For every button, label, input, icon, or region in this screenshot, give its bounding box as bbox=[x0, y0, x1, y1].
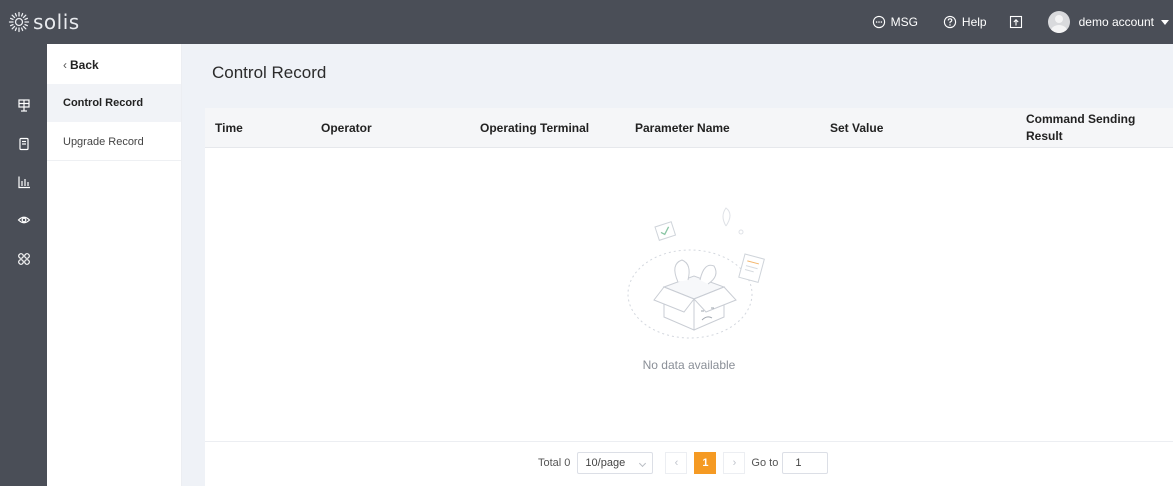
column-header-time[interactable]: Time bbox=[215, 108, 315, 148]
account-name: demo account bbox=[1078, 15, 1154, 29]
column-header-operating-terminal[interactable]: Operating Terminal bbox=[480, 108, 630, 148]
page-number-current[interactable]: 1 bbox=[694, 452, 717, 474]
column-header-operator[interactable]: Operator bbox=[321, 108, 471, 148]
page-title: Control Record bbox=[212, 63, 327, 82]
records-table-card: Time Operator Operating Terminal Paramet… bbox=[205, 108, 1173, 486]
avatar bbox=[1047, 11, 1070, 33]
secondary-sidebar: ‹ Back Control Record Upgrade Record bbox=[47, 44, 182, 486]
table-header: Time Operator Operating Terminal Paramet… bbox=[205, 108, 1173, 148]
message-icon bbox=[872, 15, 885, 29]
msg-label: MSG bbox=[890, 15, 918, 29]
column-header-set-value[interactable]: Set Value bbox=[830, 108, 1010, 148]
caret-down-icon bbox=[1161, 19, 1169, 25]
empty-box-illustration-icon bbox=[627, 207, 765, 339]
device-icon[interactable] bbox=[16, 136, 32, 152]
icon-rail bbox=[0, 44, 47, 486]
back-link[interactable]: ‹ Back bbox=[63, 58, 99, 72]
upload-icon bbox=[1009, 15, 1022, 29]
sidebar-item-control-record[interactable]: Control Record bbox=[47, 84, 181, 122]
station-icon[interactable] bbox=[16, 97, 32, 113]
apps-icon[interactable] bbox=[16, 251, 32, 267]
column-header-parameter-name[interactable]: Parameter Name bbox=[635, 108, 815, 148]
help-icon bbox=[943, 15, 957, 29]
sun-logo-icon bbox=[8, 11, 30, 33]
empty-state-text: No data available bbox=[642, 358, 736, 372]
column-header-command-sending-result[interactable]: Command Sending Result bbox=[1026, 108, 1166, 148]
total-count: Total 0 bbox=[538, 457, 571, 469]
sidebar-item-label: Upgrade Record bbox=[63, 136, 144, 148]
empty-state: No data available bbox=[205, 149, 1173, 441]
sidebar-item-upgrade-record[interactable]: Upgrade Record bbox=[47, 123, 181, 161]
pagination: Total 0 10/page ‹ 1 › Go to 1 bbox=[205, 441, 1173, 481]
upload-button[interactable] bbox=[1009, 15, 1023, 29]
prev-page-button[interactable]: ‹ bbox=[665, 452, 688, 474]
sidebar-item-label: Control Record bbox=[63, 97, 144, 109]
chevron-down-icon bbox=[639, 459, 647, 468]
chevron-left-icon: ‹ bbox=[63, 58, 67, 72]
solis-logo[interactable]: solis bbox=[8, 8, 80, 36]
monitor-icon[interactable] bbox=[16, 212, 32, 228]
analytics-icon[interactable] bbox=[16, 174, 32, 190]
msg-button[interactable]: MSG bbox=[872, 15, 918, 29]
logo-text: solis bbox=[33, 10, 80, 34]
top-bar: solis MSG Help demo account bbox=[0, 0, 1173, 44]
help-label: Help bbox=[961, 15, 987, 29]
main-content: Control Record Time Operator Operating T… bbox=[182, 44, 1173, 486]
goto-page-input[interactable]: 1 bbox=[782, 452, 829, 474]
goto-label: Go to bbox=[751, 457, 779, 469]
page-size-value: 10/page bbox=[585, 457, 626, 469]
goto-page-value: 1 bbox=[795, 457, 802, 469]
back-label: Back bbox=[70, 58, 99, 72]
account-menu[interactable]: demo account bbox=[1047, 11, 1169, 33]
help-button[interactable]: Help bbox=[943, 15, 987, 29]
next-page-button[interactable]: › bbox=[723, 452, 746, 474]
page-size-select[interactable]: 10/page bbox=[577, 452, 654, 474]
